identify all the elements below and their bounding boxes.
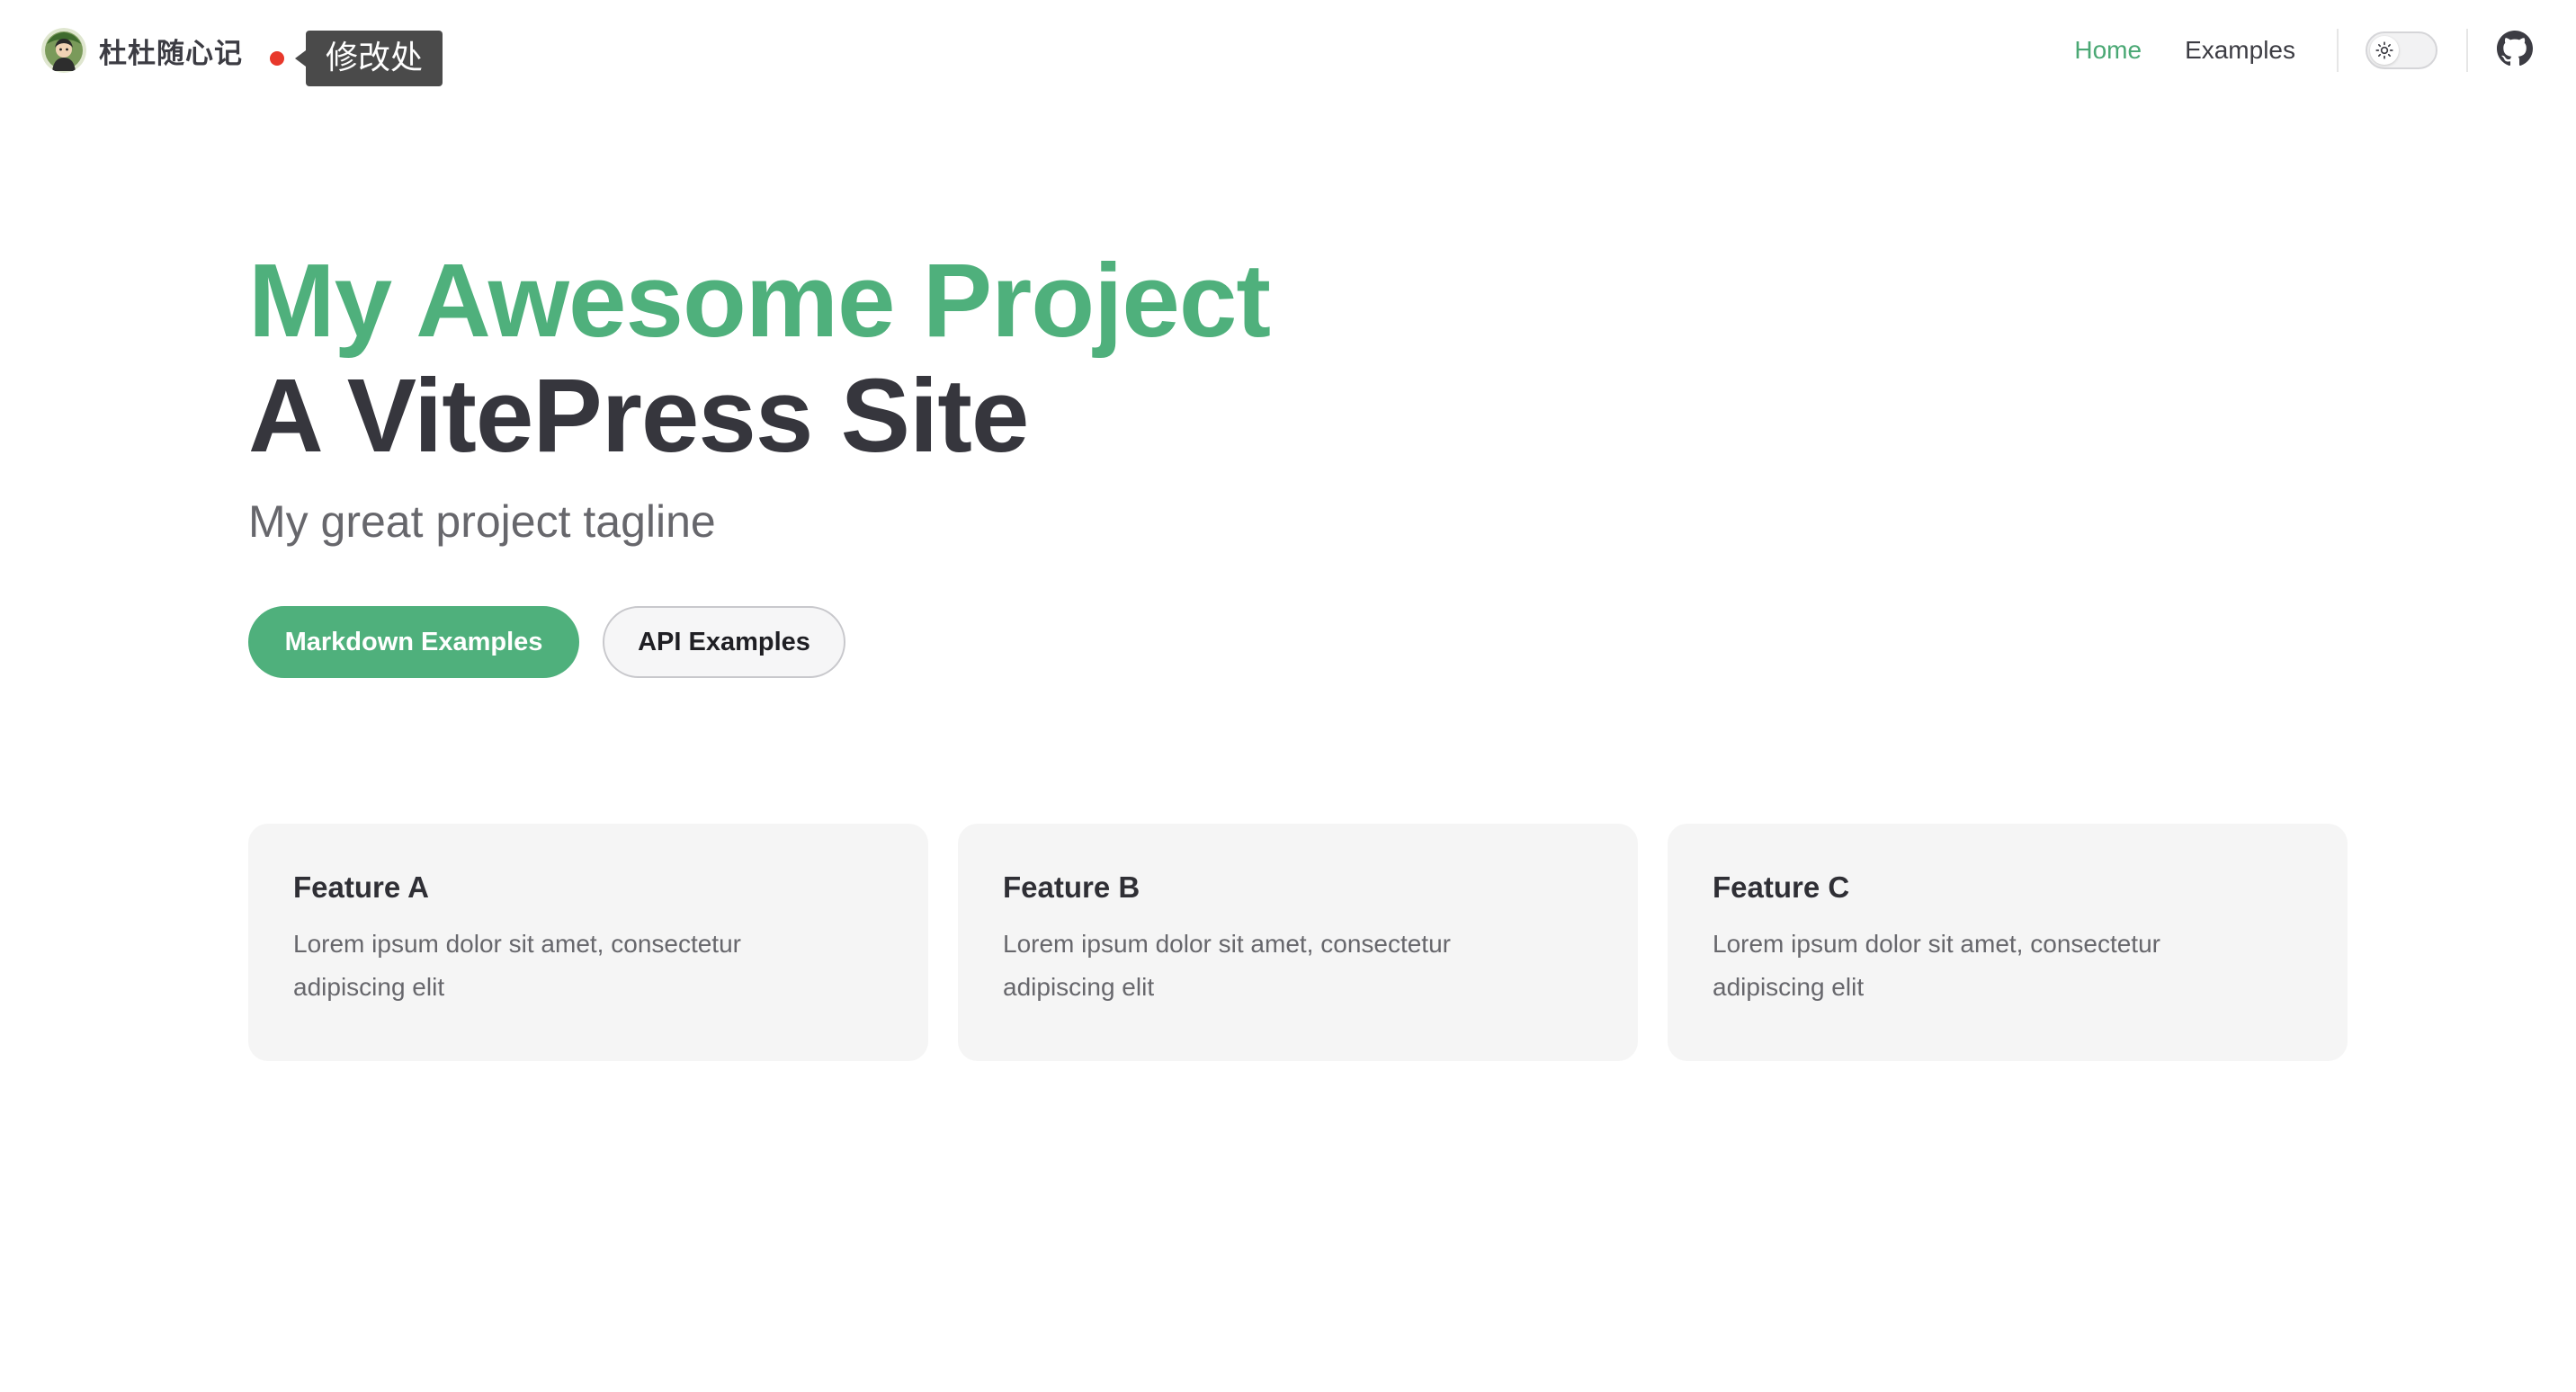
nav-divider xyxy=(2466,29,2468,72)
feature-details: Lorem ipsum dolor sit amet, consectetur … xyxy=(293,930,741,1001)
annotation-label: 修改处 xyxy=(306,31,443,86)
annotation-dot-icon xyxy=(270,51,284,66)
nav-link-home[interactable]: Home xyxy=(2053,25,2163,76)
hero-text: A VitePress Site xyxy=(248,357,1029,474)
github-icon xyxy=(2497,30,2533,71)
hero-name: My Awesome Project xyxy=(248,242,1271,359)
site-brand-link[interactable]: 杜杜随心记 xyxy=(41,25,243,76)
hero-actions: Markdown Examples API Examples xyxy=(248,606,1777,678)
nav-menu: Home Examples xyxy=(2053,25,2535,76)
feature-card: Feature C Lorem ipsum dolor sit amet, co… xyxy=(1668,824,2348,1061)
hero-tagline: My great project tagline xyxy=(248,496,716,547)
feature-card: Feature B Lorem ipsum dolor sit amet, co… xyxy=(958,824,1638,1061)
site-title: 杜杜随心记 xyxy=(99,37,243,69)
feature-title: Feature C xyxy=(1713,870,1850,904)
sun-icon xyxy=(2370,36,2399,65)
appearance-toggle[interactable] xyxy=(2366,31,2437,69)
feature-details: Lorem ipsum dolor sit amet, consectetur … xyxy=(1003,930,1451,1001)
nav-link-examples[interactable]: Examples xyxy=(2163,25,2317,76)
annotation-pointer xyxy=(295,50,306,67)
annotation-callout: 修改处 xyxy=(270,31,443,86)
features-section: Feature A Lorem ipsum dolor sit amet, co… xyxy=(248,824,2348,1061)
api-examples-button[interactable]: API Examples xyxy=(603,606,845,678)
nav-divider xyxy=(2337,29,2339,72)
feature-title: Feature B xyxy=(1003,870,1140,904)
avatar-logo-icon xyxy=(41,28,86,73)
top-nav: 杜杜随心记 修改处 Home Examples xyxy=(0,0,2576,101)
github-link[interactable] xyxy=(2495,30,2535,71)
markdown-examples-button[interactable]: Markdown Examples xyxy=(248,606,579,678)
hero-section: My Awesome Project A VitePress Site My g… xyxy=(248,243,1777,678)
feature-card: Feature A Lorem ipsum dolor sit amet, co… xyxy=(248,824,928,1061)
feature-title: Feature A xyxy=(293,870,429,904)
feature-details: Lorem ipsum dolor sit amet, consectetur … xyxy=(1713,930,2160,1001)
